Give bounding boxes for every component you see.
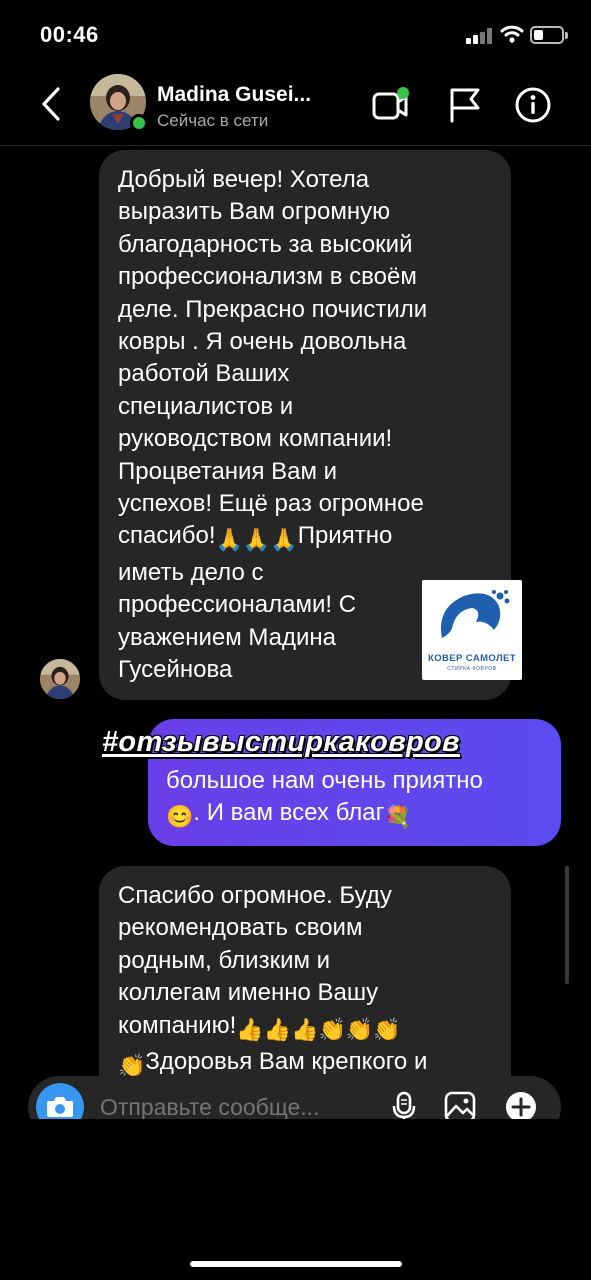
sender-avatar[interactable] bbox=[40, 659, 80, 699]
cellular-signal-icon bbox=[466, 28, 494, 44]
contact-name[interactable]: Madina Gusei... bbox=[157, 83, 311, 107]
outgoing-text-line2: 😊. И вам всех благ💐 bbox=[166, 797, 545, 833]
bouquet-emoji: 💐 bbox=[384, 804, 412, 829]
hashtag-sticker: #отзывыстиркаковров bbox=[102, 726, 460, 758]
status-bar: 00:46 bbox=[0, 0, 591, 70]
video-call-icon[interactable] bbox=[372, 86, 410, 124]
avatar-photo bbox=[40, 659, 80, 699]
home-indicator[interactable] bbox=[190, 1261, 402, 1267]
thumbs-clap-emoji-row: 👍👍👍👏👏👏 bbox=[236, 1016, 401, 1042]
status-time: 00:46 bbox=[40, 22, 99, 47]
chat-header: Madina Gusei... Сейчас в сети bbox=[0, 70, 591, 146]
flag-icon[interactable] bbox=[446, 86, 484, 124]
logo-title: КОВЕР САМОЛЕТ bbox=[428, 653, 516, 664]
outgoing-text: большое нам очень приятно bbox=[166, 767, 483, 794]
message-text-continued: Здоровья Вам крепкого и bbox=[145, 1048, 428, 1076]
online-indicator bbox=[130, 114, 148, 132]
logo-subtitle: СТИРКА КОВРОВ bbox=[447, 666, 497, 672]
pray-emoji: 🙏🙏🙏 bbox=[215, 527, 298, 553]
info-icon[interactable] bbox=[514, 86, 552, 124]
message-text: Добрый вечер! Хотела выразить Вам огромн… bbox=[118, 166, 428, 550]
company-logo-sticker: КОВЕР САМОЛЕТ СТИРКА КОВРОВ bbox=[422, 580, 522, 680]
bottom-area bbox=[0, 1119, 591, 1280]
wifi-icon bbox=[500, 25, 524, 43]
contact-status: Сейчас в сети bbox=[157, 111, 269, 130]
message-input[interactable] bbox=[100, 1094, 380, 1121]
back-chevron-icon[interactable] bbox=[34, 84, 70, 124]
battery-icon bbox=[530, 26, 568, 44]
contact-avatar[interactable] bbox=[90, 74, 148, 132]
smile-emoji: 😊 bbox=[166, 804, 194, 829]
outgoing-text-line2-body: . И вам всех благ bbox=[193, 799, 385, 826]
plane-logo-icon bbox=[440, 590, 510, 638]
scroll-indicator[interactable] bbox=[565, 866, 569, 984]
